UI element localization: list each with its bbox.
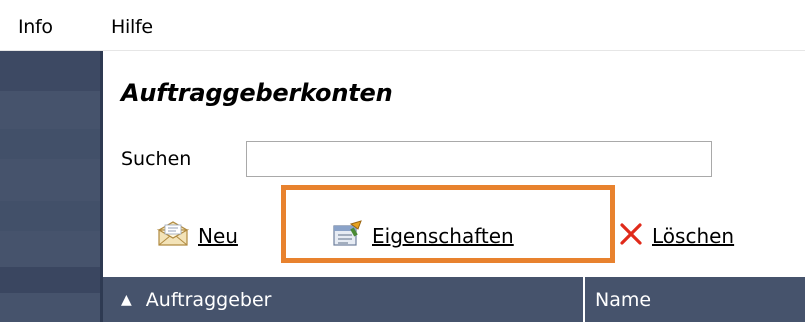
column-header-auftraggeber[interactable]: ▲ Auftraggeber: [121, 277, 583, 322]
properties-icon: [330, 219, 364, 253]
column-header-label: Auftraggeber: [145, 288, 272, 311]
table-header: ▲ Auftraggeber Name: [103, 277, 805, 322]
column-separator[interactable]: [583, 277, 585, 322]
sort-ascending-icon: ▲: [121, 291, 132, 308]
search-input[interactable]: [246, 141, 712, 177]
new-button[interactable]: Neu: [156, 218, 238, 254]
new-button-label: Neu: [198, 224, 238, 248]
red-x-icon: [618, 221, 644, 252]
column-header-name[interactable]: Name: [595, 277, 651, 322]
menu-item-hilfe[interactable]: Hilfe: [111, 16, 153, 38]
sidebar-section[interactable]: [0, 129, 101, 159]
properties-button-label: Eigenschaften: [372, 224, 514, 248]
sidebar-section[interactable]: [0, 201, 101, 231]
envelope-icon: [156, 220, 190, 253]
sidebar-section[interactable]: [0, 267, 101, 293]
main-panel: Auftraggeberkonten Suchen Neu Eigenschaf…: [103, 51, 805, 322]
sidebar-section[interactable]: [0, 51, 101, 91]
menu-item-info[interactable]: Info: [18, 16, 53, 38]
properties-button[interactable]: Eigenschaften: [330, 218, 514, 254]
menu-bar: Info Hilfe: [0, 0, 805, 51]
search-label: Suchen: [121, 148, 192, 170]
delete-button[interactable]: Löschen: [618, 218, 734, 254]
column-header-label: Name: [595, 288, 652, 311]
page-title: Auftraggeberkonten: [121, 79, 393, 107]
sidebar: [0, 51, 101, 322]
delete-button-label: Löschen: [652, 224, 735, 248]
